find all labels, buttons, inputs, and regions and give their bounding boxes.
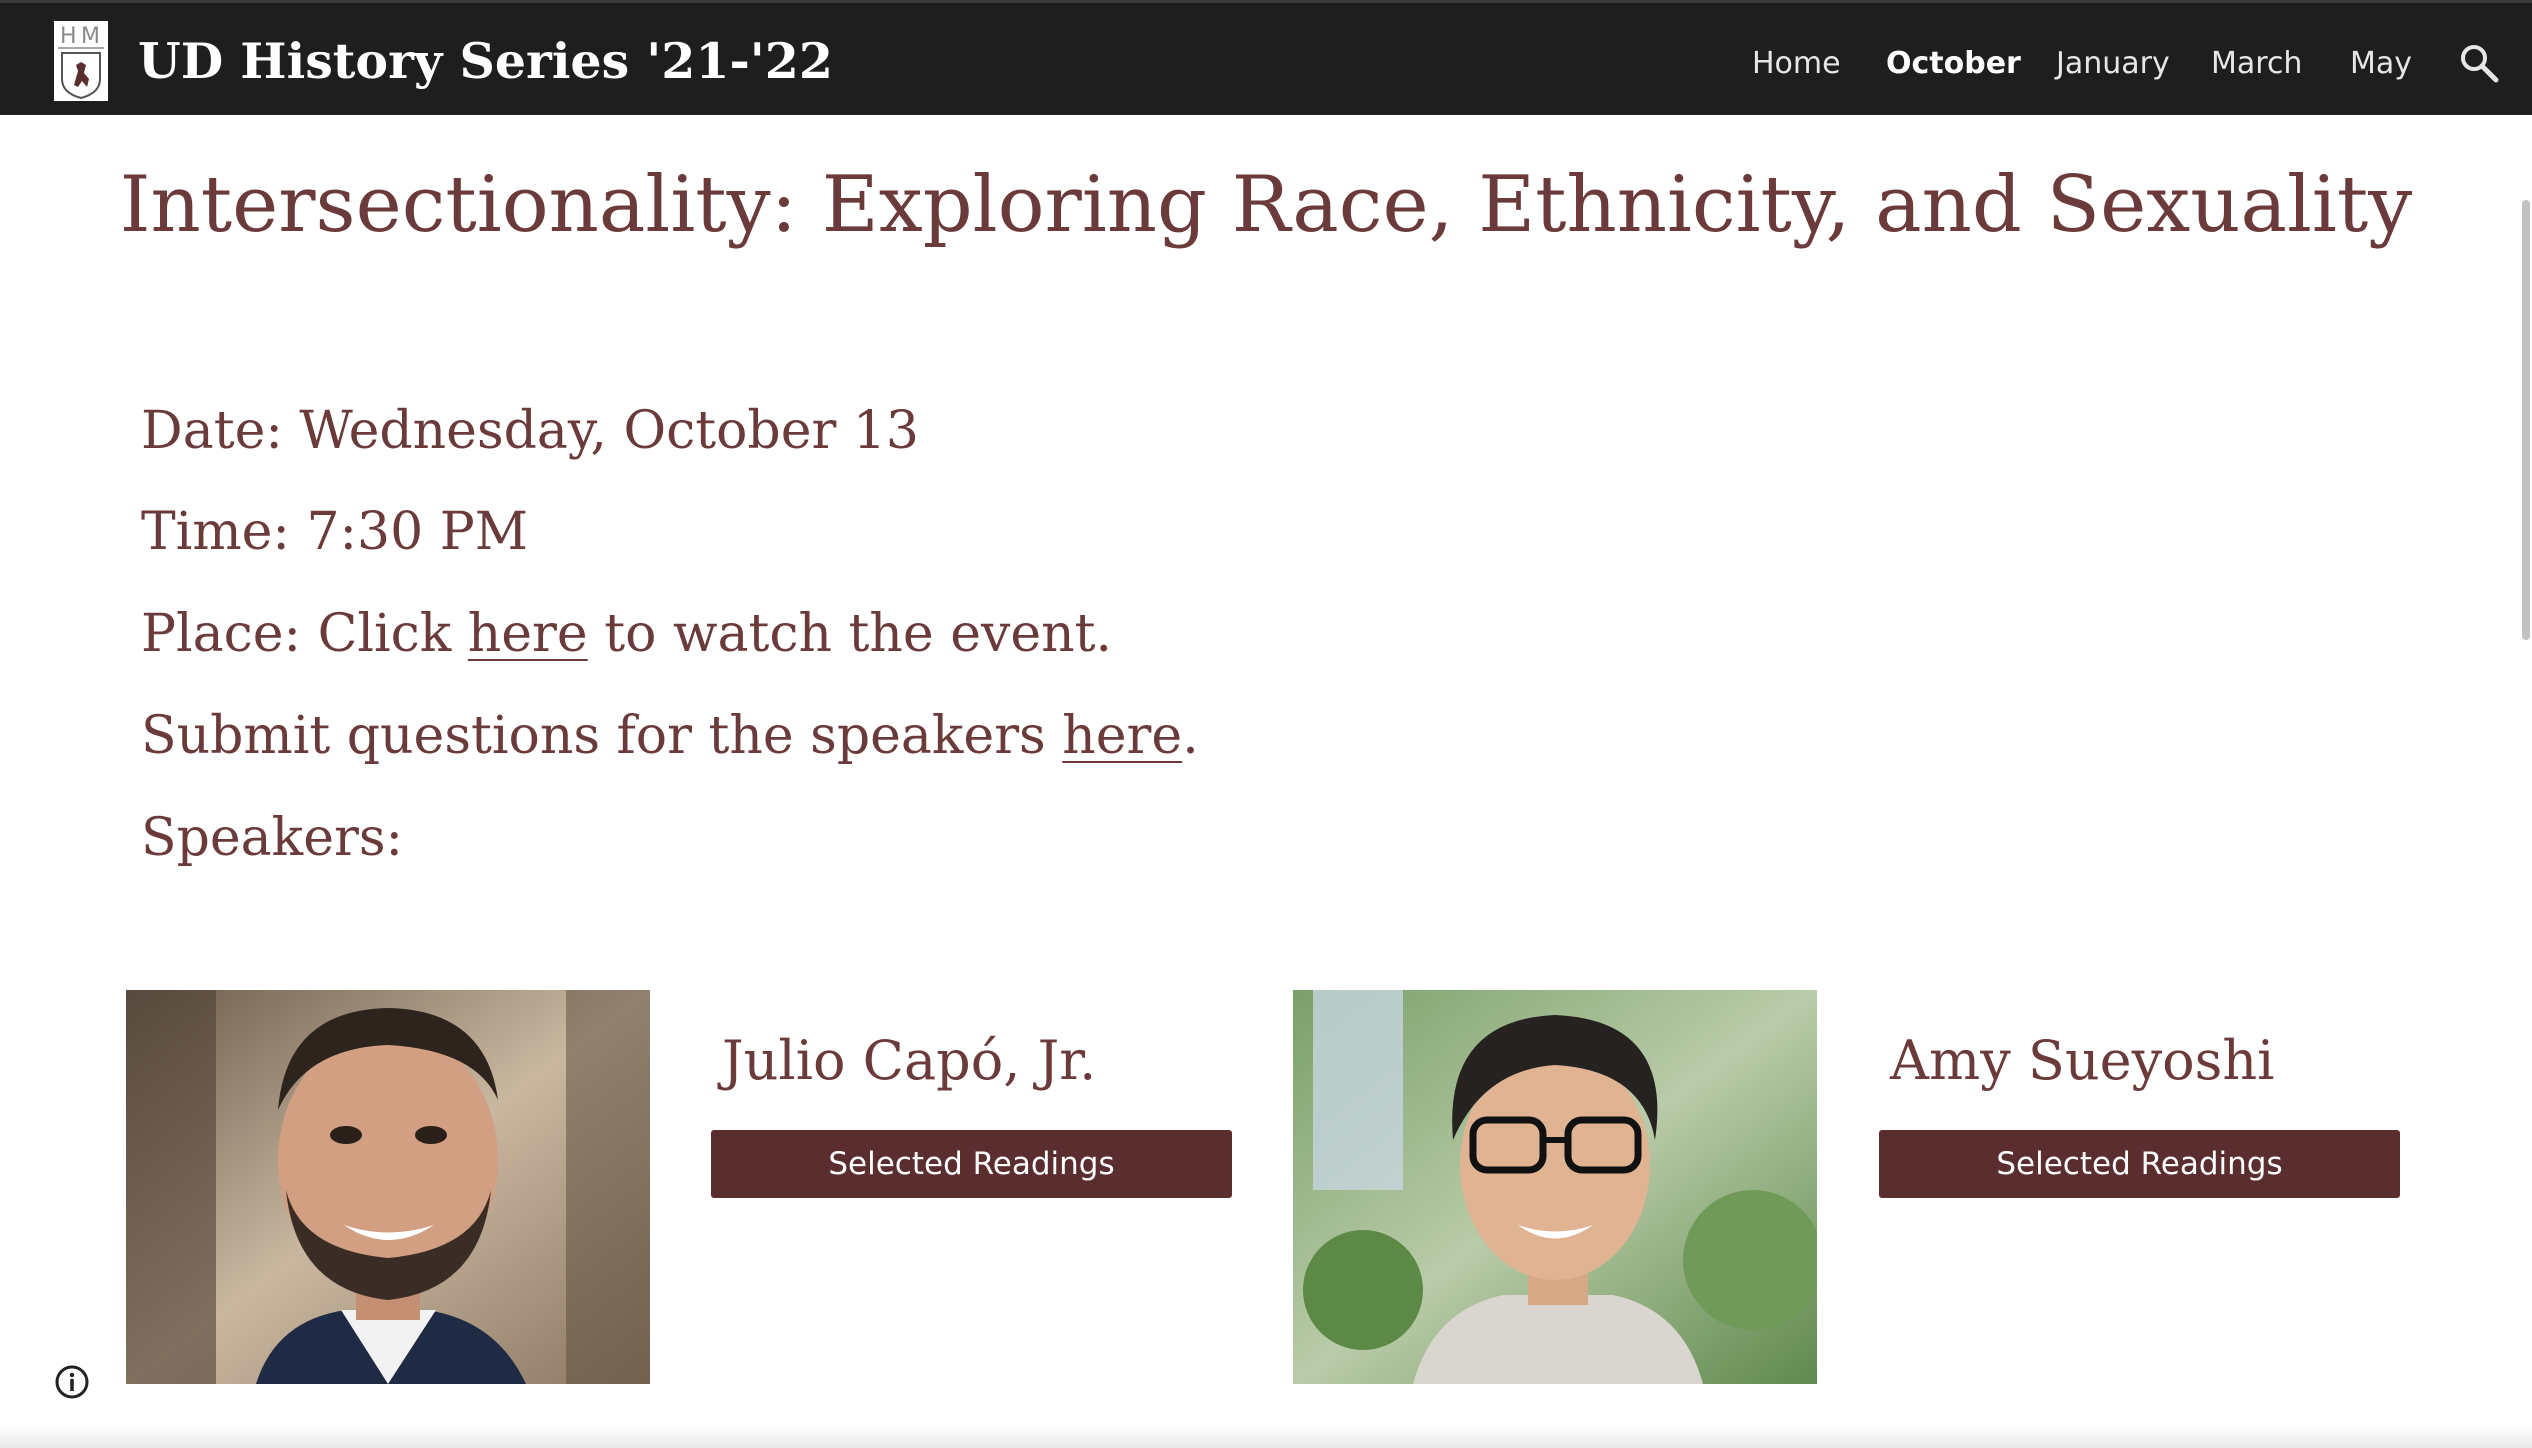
selected-readings-button-julio[interactable]: Selected Readings [711,1130,1232,1198]
place-prefix: Place: Click [141,604,468,664]
page-title: Intersectionality: Exploring Race, Ethni… [119,160,2413,250]
site-title[interactable]: UD History Series '21-'22 [138,31,833,91]
info-icon[interactable] [54,1364,90,1400]
nav-october[interactable]: October [1886,39,2021,89]
nav-march[interactable]: March [2211,39,2302,89]
bottom-edge [0,1425,2532,1448]
place-suffix: to watch the event. [587,604,1113,664]
nav-home[interactable]: Home [1752,39,1841,89]
event-date: Date: Wednesday, October 13 [141,401,920,461]
event-place: Place: Click here to watch the event. [141,599,1112,669]
speaker-name-amy: Amy Sueyoshi [1890,1029,2275,1092]
speakers-label: Speakers: [141,808,404,868]
speaker-photo-julio [126,990,650,1384]
submit-questions: Submit questions for the speakers here. [141,701,1199,771]
speaker-photo-amy [1293,990,1817,1384]
scrollbar-thumb[interactable] [2522,200,2530,640]
watch-event-link[interactable]: here [468,604,588,664]
site-header: H M UD History Series '21-'22 Home Octob… [0,0,2532,115]
nav-january[interactable]: January [2056,39,2170,89]
site-logo-icon[interactable]: H M [54,21,108,101]
questions-suffix: . [1182,706,1199,766]
search-icon[interactable] [2457,41,2501,85]
questions-prefix: Submit questions for the speakers [141,706,1063,766]
event-time: Time: 7:30 PM [141,502,528,562]
speaker-name-julio: Julio Capó, Jr. [722,1029,1097,1092]
svg-text:H: H [60,24,77,49]
selected-readings-button-amy[interactable]: Selected Readings [1879,1130,2400,1198]
svg-text:M: M [81,24,100,49]
nav-may[interactable]: May [2350,39,2412,89]
submit-questions-link[interactable]: here [1062,706,1182,766]
